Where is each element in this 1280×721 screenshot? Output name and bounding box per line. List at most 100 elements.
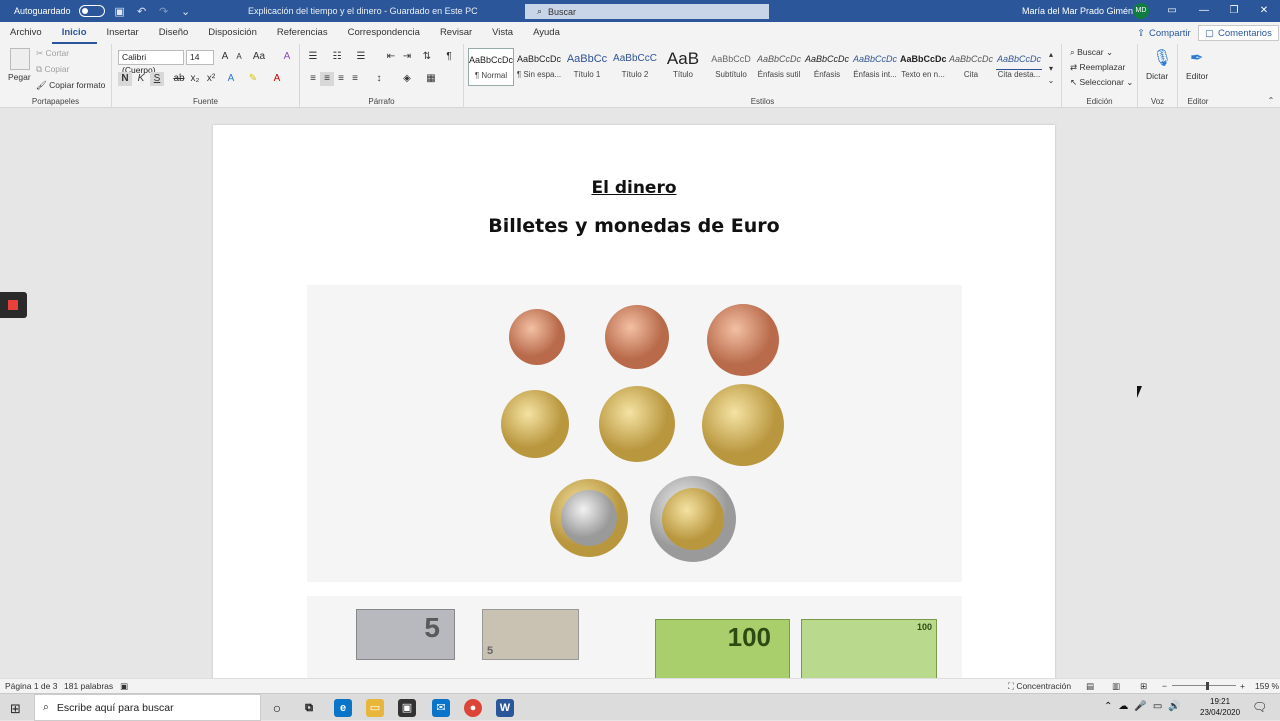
print-layout-icon[interactable]: ▥ — [1112, 681, 1120, 692]
clear-formatting-icon[interactable]: A — [280, 50, 294, 64]
file-explorer-icon[interactable]: ▭ — [366, 699, 384, 717]
web-layout-icon[interactable]: ⊞ — [1140, 681, 1147, 692]
word-icon[interactable]: W — [496, 699, 514, 717]
ribbon-display-options-icon[interactable]: ▭ — [1157, 0, 1187, 22]
paste-icon[interactable] — [10, 48, 30, 70]
zoom-in-icon[interactable]: + — [1240, 681, 1245, 691]
tab-archivo[interactable]: Archivo — [0, 22, 52, 44]
undo-icon[interactable]: ↶ — [135, 5, 149, 18]
shrink-font-icon[interactable]: A — [232, 50, 246, 64]
style-heading-2[interactable]: AaBbCcC Título 2 — [612, 48, 658, 86]
increase-indent-icon[interactable]: ⇥ — [400, 50, 414, 64]
zoom-slider-handle[interactable] — [1206, 682, 1209, 690]
numbering-icon[interactable]: ☷ — [330, 50, 344, 64]
title-search-box[interactable]: ⌕ Buscar — [525, 4, 769, 19]
comments-button[interactable]: ▢ Comentarios — [1198, 25, 1279, 41]
cut-button[interactable]: ✂ Cortar — [36, 48, 69, 59]
superscript-icon[interactable]: x² — [204, 72, 218, 86]
tab-insertar[interactable]: Insertar — [97, 22, 149, 44]
screen-recorder-stop-button[interactable] — [0, 292, 27, 318]
notifications-icon[interactable]: 🗨 — [1252, 700, 1267, 714]
euro-banknotes-image[interactable]: 5 5 100 100 — [307, 596, 962, 678]
tab-ayuda[interactable]: Ayuda — [523, 22, 570, 44]
zoom-out-icon[interactable]: − — [1162, 681, 1167, 691]
style-intense-emphasis[interactable]: AaBbCcDc Énfasis int... — [852, 48, 898, 86]
autosave-toggle[interactable] — [78, 5, 105, 17]
taskbar-clock[interactable]: 19:21 23/04/2020 — [1200, 696, 1240, 718]
grow-font-icon[interactable]: A — [218, 50, 232, 64]
store-icon[interactable]: ▣ — [398, 699, 416, 717]
style-no-spacing[interactable]: AaBbCcDc ¶ Sin espa... — [516, 48, 562, 86]
tab-diseno[interactable]: Diseño — [149, 22, 199, 44]
page-count[interactable]: Página 1 de 3 — [5, 681, 57, 691]
restore-icon[interactable]: ❐ — [1219, 0, 1249, 22]
bold-button[interactable]: N — [118, 72, 132, 86]
document-title[interactable]: Explicación del tiempo y el dinero - Gua… — [248, 0, 478, 22]
document-page[interactable]: El dinero Billetes y monedas de Euro 5 5… — [213, 125, 1055, 678]
save-icon[interactable]: ▣ — [113, 5, 127, 18]
chrome-icon[interactable]: ● — [464, 699, 482, 717]
decrease-indent-icon[interactable]: ⇤ — [384, 50, 398, 64]
mail-icon[interactable]: ✉ — [432, 699, 450, 717]
replace-button[interactable]: ⇄ Reemplazar — [1070, 62, 1125, 73]
change-case-icon[interactable]: Aa — [252, 50, 266, 64]
dictate-button[interactable]: Dictar — [1146, 71, 1168, 81]
tab-revisar[interactable]: Revisar — [430, 22, 482, 44]
line-spacing-icon[interactable]: ↕ — [372, 72, 386, 86]
style-normal[interactable]: AaBbCcDc ¶ Normal — [468, 48, 514, 86]
proofing-icon[interactable]: ▣ — [120, 681, 128, 692]
avatar[interactable]: MD — [1133, 3, 1149, 19]
document-heading[interactable]: El dinero — [213, 178, 1055, 198]
document-subheading[interactable]: Billetes y monedas de Euro — [213, 215, 1055, 237]
euro-coins-image[interactable] — [307, 285, 962, 582]
highlight-icon[interactable]: ✎ — [246, 72, 260, 86]
editor-pen-icon[interactable]: ✒ — [1190, 48, 1203, 68]
windows-start-icon[interactable]: ⊞ — [10, 701, 21, 717]
style-emphasis[interactable]: AaBbCcDc Énfasis — [804, 48, 850, 86]
copy-button[interactable]: ⧉ Copiar — [36, 64, 69, 75]
zoom-level[interactable]: 159 % — [1255, 681, 1279, 691]
align-right-icon[interactable]: ≡ — [334, 72, 348, 86]
user-name[interactable]: María del Mar Prado Giménez — [1022, 0, 1143, 22]
shading-icon[interactable]: ◈ — [400, 72, 414, 86]
subscript-icon[interactable]: x₂ — [188, 72, 202, 86]
minimize-icon[interactable]: — — [1189, 0, 1219, 22]
taskbar-search[interactable]: ⌕ Escribe aquí para buscar — [34, 694, 261, 721]
styles-more-icon[interactable]: ⌄ — [1044, 74, 1058, 88]
style-strong[interactable]: AaBbCcDc Texto en n... — [900, 48, 947, 86]
borders-icon[interactable]: ▦ — [424, 72, 438, 86]
cortana-icon[interactable]: ○ — [268, 699, 286, 717]
justify-icon[interactable]: ≡ — [348, 72, 362, 86]
italic-button[interactable]: K — [134, 72, 148, 86]
align-center-icon[interactable]: ≡ — [320, 72, 334, 86]
collapse-ribbon-icon[interactable]: ⌃ — [1264, 94, 1278, 108]
multilevel-list-icon[interactable]: ☰ — [354, 50, 368, 64]
format-painter-button[interactable]: 🖌 Copiar formato — [36, 80, 105, 91]
tab-disposicion[interactable]: Disposición — [198, 22, 267, 44]
microphone-icon[interactable]: 🎙 — [1152, 48, 1172, 68]
style-heading-1[interactable]: AaBbCc Título 1 — [564, 48, 610, 86]
system-tray-icons[interactable]: ⌃☁🎤▭🔊 — [1104, 701, 1187, 712]
bullets-icon[interactable]: ☰ — [306, 50, 320, 64]
sort-icon[interactable]: ⇅ — [420, 50, 434, 64]
customize-qat-icon[interactable]: ⌄ — [179, 5, 193, 18]
zoom-slider[interactable] — [1172, 685, 1236, 686]
tab-inicio[interactable]: Inicio — [51, 22, 97, 44]
read-mode-icon[interactable]: ▤ — [1086, 681, 1094, 692]
style-intense-quote[interactable]: AaBbCcDc Cita desta... — [996, 48, 1042, 86]
font-size-select[interactable]: 14 — [186, 50, 214, 65]
strikethrough-icon[interactable]: ab — [172, 72, 186, 86]
align-left-icon[interactable]: ≡ — [306, 72, 320, 86]
tab-correspondencia[interactable]: Correspondencia — [338, 22, 430, 44]
tab-vista[interactable]: Vista — [482, 22, 523, 44]
style-title[interactable]: AaB Título — [660, 48, 706, 86]
style-subtle-emphasis[interactable]: AaBbCcDc Énfasis sutil — [756, 48, 802, 86]
paste-button[interactable]: Pegar — [8, 72, 31, 82]
word-count[interactable]: 181 palabras — [64, 681, 113, 691]
font-color-icon[interactable]: A — [270, 72, 284, 86]
share-button[interactable]: ⇪ Compartir — [1131, 25, 1197, 41]
edge-icon[interactable]: e — [334, 699, 352, 717]
editor-button[interactable]: Editor — [1186, 71, 1208, 81]
font-family-select[interactable]: Calibri (Cuerpo) — [118, 50, 184, 75]
document-area[interactable]: El dinero Billetes y monedas de Euro 5 5… — [0, 108, 1280, 678]
